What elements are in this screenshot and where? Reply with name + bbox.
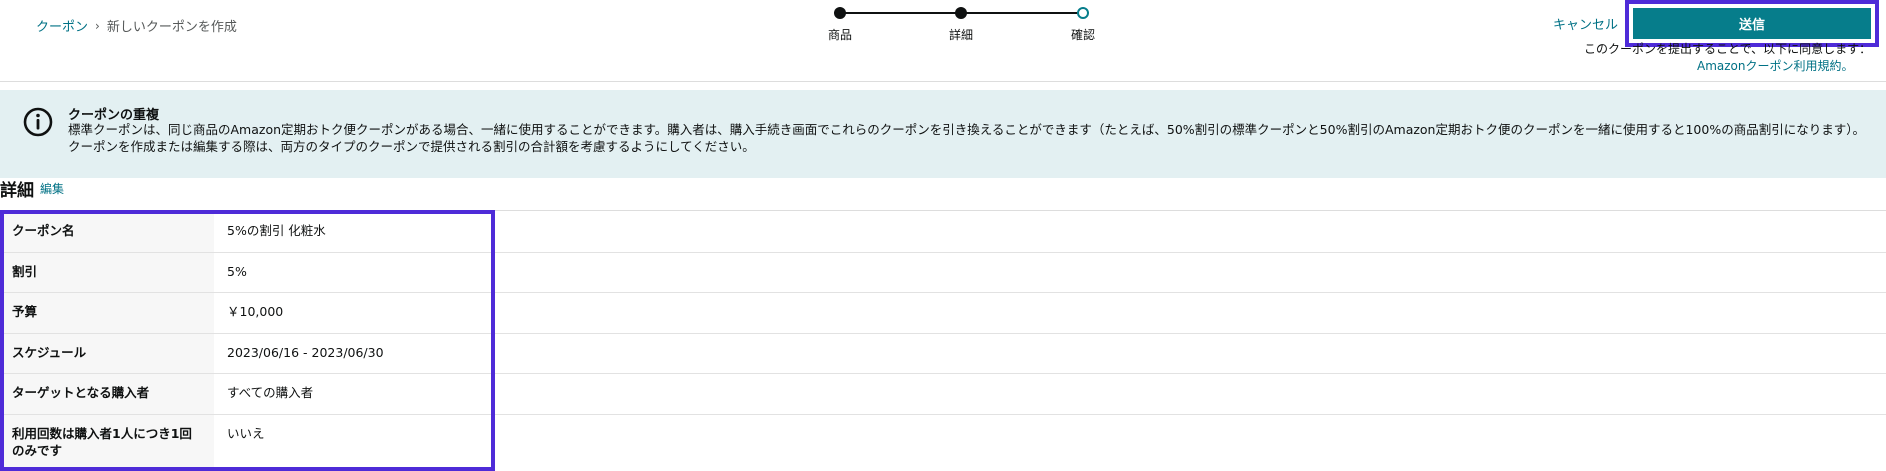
table-row: 割引 5% [0,252,1886,293]
terms-link[interactable]: Amazonクーポン利用規約。 [1697,57,1854,74]
step-label-review: 確認 [1070,28,1095,42]
row-label-once-per-customer: 利用回数は購入者1人につき1回のみです [0,414,214,471]
row-label-discount: 割引 [0,252,214,292]
edit-details-link[interactable]: 編集 [40,180,64,197]
row-label-coupon-name: クーポン名 [0,212,214,252]
step-connector [840,12,962,14]
row-value-budget: ￥10,000 [227,304,284,319]
row-value-once-per-customer: いいえ [227,425,265,441]
divider [0,210,1886,211]
step-label-products: 商品 [827,28,852,42]
step-connector [962,12,1084,14]
table-row: クーポン名 5%の割引 化粧水 [0,212,1886,253]
row-value-target-customers: すべての購入者 [227,385,314,400]
table-row: 利用回数は購入者1人につき1回のみです いいえ [0,414,1886,471]
row-label-budget: 予算 [0,293,214,333]
table-row: スケジュール 2023/06/16 - 2023/06/30 [0,333,1886,374]
page-header: クーポン › 新しいクーポンを作成 商品 詳細 確認 キャンセル 送信 このクー… [0,0,1886,82]
submit-button[interactable]: 送信 [1633,8,1871,39]
step-label-details: 詳細 [948,28,973,42]
row-value-discount: 5% [227,263,247,279]
cancel-button[interactable]: キャンセル [1553,14,1618,33]
row-value-schedule: 2023/06/16 - 2023/06/30 [227,344,384,360]
details-table: クーポン名 5%の割引 化粧水 割引 5% 予算 ￥10,000 スケジュール … [0,212,1886,471]
table-row: ターゲットとなる購入者 すべての購入者 [0,374,1886,415]
row-value-coupon-name: 5%の割引 化粧水 [227,223,326,238]
consent-text: このクーポンを提出することで、以下に同意します： [1584,42,1872,56]
details-heading: 詳細 [0,181,34,201]
alert-body: 標準クーポンは、同じ商品のAmazon定期おトク便クーポンがある場合、一緒に使用… [68,122,1865,154]
info-icon [23,107,53,137]
step-dot-review [1077,7,1089,19]
row-label-schedule: スケジュール [0,333,214,373]
row-label-target-customers: ターゲットとなる購入者 [0,374,214,414]
step-dot-products [834,7,846,19]
table-row: 予算 ￥10,000 [0,293,1886,334]
coupon-overlap-alert: クーポンの重複 標準クーポンは、同じ商品のAmazon定期おトク便クーポンがある… [0,90,1886,178]
step-dot-details [955,7,967,19]
